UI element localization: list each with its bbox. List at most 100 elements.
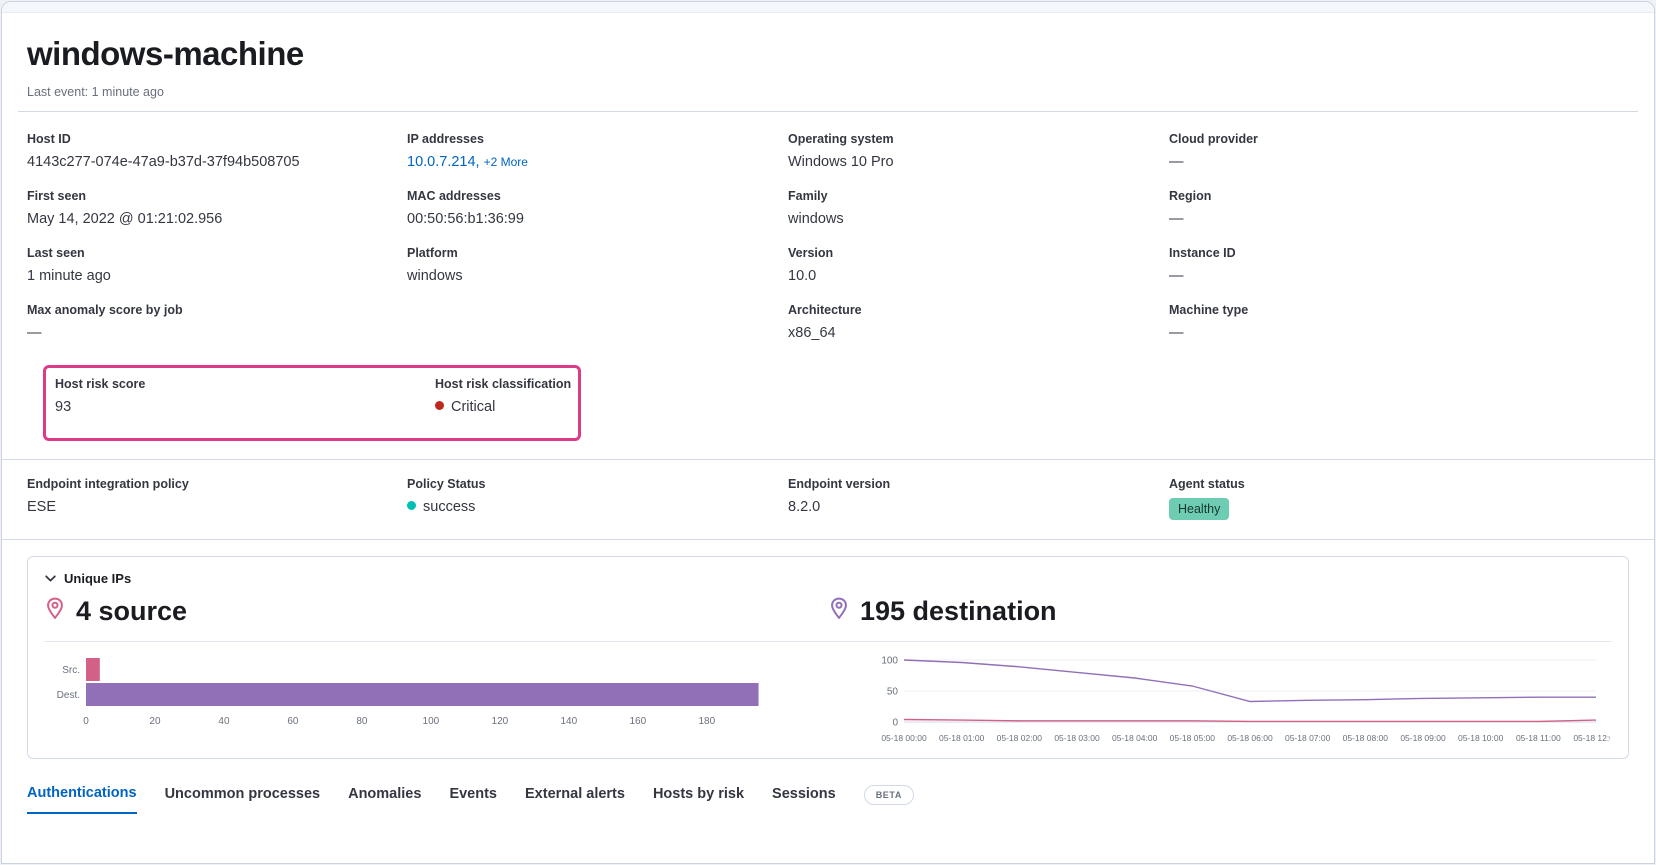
field-value: May 14, 2022 @ 01:21:02.956 — [27, 210, 407, 229]
svg-text:05-18 03:00: 05-18 03:00 — [1054, 733, 1100, 743]
tab-external-alerts[interactable]: External alerts — [525, 786, 625, 813]
source-map-pin-icon — [44, 597, 66, 626]
svg-text:05-18 02:00: 05-18 02:00 — [997, 733, 1043, 743]
field-last-seen: Last seen 1 minute ago — [27, 246, 407, 286]
tab-sessions[interactable]: Sessions — [772, 786, 836, 813]
svg-text:20: 20 — [149, 716, 161, 727]
field-family: Family windows — [788, 189, 1169, 229]
chevron-down-icon — [44, 572, 57, 585]
critical-status-dot-icon — [435, 401, 444, 410]
field-label: First seen — [27, 189, 407, 203]
field-label: MAC addresses — [407, 189, 788, 203]
page-title: windows-machine — [27, 35, 1629, 73]
field-machine-type: Machine type — — [1169, 303, 1629, 343]
unique-ips-bar-chart: Src.Dest.020406080100120140160180 — [46, 652, 772, 748]
svg-text:100: 100 — [881, 656, 898, 667]
field-value: 93 — [55, 398, 435, 417]
field-label: Host risk classification — [435, 377, 578, 391]
field-label: Host ID — [27, 132, 407, 146]
svg-text:05-18 09:00: 05-18 09:00 — [1400, 733, 1446, 743]
unique-ips-card: Unique IPs 4 source 195 destination Src.… — [27, 556, 1629, 759]
host-details-page: windows-machine Last event: 1 minute ago… — [1, 1, 1655, 864]
field-value: x86_64 — [788, 324, 1169, 343]
success-status-dot-icon — [407, 501, 416, 510]
svg-text:05-18 10:00: 05-18 10:00 — [1458, 733, 1504, 743]
svg-text:05-18 06:00: 05-18 06:00 — [1227, 733, 1273, 743]
destination-map-pin-icon — [828, 597, 850, 626]
tab-authentications[interactable]: Authentications — [27, 785, 137, 814]
tab-anomalies[interactable]: Anomalies — [348, 786, 421, 813]
field-value: Windows 10 Pro — [788, 153, 1169, 172]
overview-column-4: Cloud provider — Region — Instance ID — … — [1169, 132, 1629, 359]
beta-badge: BETA — [864, 785, 914, 805]
svg-text:05-18 00:00: 05-18 00:00 — [881, 733, 927, 743]
field-label: Last seen — [27, 246, 407, 260]
svg-text:120: 120 — [492, 716, 509, 727]
svg-text:180: 180 — [698, 716, 715, 727]
tab-hosts-by-risk[interactable]: Hosts by risk — [653, 786, 744, 813]
svg-text:140: 140 — [561, 716, 578, 727]
svg-text:05-18 08:00: 05-18 08:00 — [1343, 733, 1389, 743]
svg-text:100: 100 — [423, 716, 440, 727]
svg-text:Src.: Src. — [62, 665, 80, 676]
unique-ips-divider — [44, 641, 1612, 642]
source-count-heading: 4 source — [76, 596, 187, 627]
field-label: Cloud provider — [1169, 132, 1629, 146]
host-risk-highlight-box: Host risk score 93 Host risk classificat… — [43, 365, 581, 441]
field-agent-status: Agent status Healthy — [1169, 477, 1629, 520]
field-value: 4143c277-074e-47a9-b37d-37f94b508705 — [27, 153, 407, 172]
field-label: Machine type — [1169, 303, 1629, 317]
field-region: Region — — [1169, 189, 1629, 229]
field-value: — — [1169, 267, 1629, 286]
svg-text:80: 80 — [356, 716, 368, 727]
field-cloud-provider: Cloud provider — — [1169, 132, 1629, 172]
overview-column-2: IP addresses 10.0.7.214, +2 More MAC addr… — [407, 132, 788, 359]
field-label: Operating system — [788, 132, 1169, 146]
field-ip-addresses: IP addresses 10.0.7.214, +2 More — [407, 132, 788, 172]
field-max-anomaly-score: Max anomaly score by job — — [27, 303, 407, 343]
field-label: Max anomaly score by job — [27, 303, 407, 317]
svg-text:160: 160 — [629, 716, 646, 727]
field-mac-addresses: MAC addresses 00:50:56:b1:36:99 — [407, 189, 788, 229]
field-platform: Platform windows — [407, 246, 788, 286]
svg-text:05-18 11:00: 05-18 11:00 — [1516, 733, 1561, 743]
field-value: — — [1169, 153, 1629, 172]
svg-text:50: 50 — [887, 687, 899, 698]
field-label: Architecture — [788, 303, 1169, 317]
agent-status-badge: Healthy — [1169, 498, 1229, 520]
field-label: Policy Status — [407, 477, 788, 491]
ip-more-link[interactable]: +2 More — [484, 155, 528, 169]
overview-column-3: Operating system Windows 10 Pro Family w… — [788, 132, 1169, 359]
unique-ips-collapse-toggle[interactable]: Unique IPs — [44, 571, 1612, 586]
field-label: Instance ID — [1169, 246, 1629, 260]
svg-text:05-18 07:00: 05-18 07:00 — [1285, 733, 1331, 743]
svg-text:0: 0 — [892, 718, 898, 729]
field-value: 1 minute ago — [27, 267, 407, 286]
endpoint-section: Endpoint integration policy ESE Policy S… — [2, 459, 1654, 540]
field-value: 8.2.0 — [788, 498, 1169, 517]
svg-text:40: 40 — [218, 716, 230, 727]
unique-ips-title: Unique IPs — [64, 571, 131, 586]
svg-text:05-18 04:00: 05-18 04:00 — [1112, 733, 1158, 743]
field-value: — — [27, 324, 407, 343]
field-label: Family — [788, 189, 1169, 203]
svg-text:0: 0 — [83, 716, 89, 727]
ip-address-link[interactable]: 10.0.7.214, — [407, 154, 480, 170]
field-label: Version — [788, 246, 1169, 260]
tab-events[interactable]: Events — [449, 786, 497, 813]
field-label: IP addresses — [407, 132, 788, 146]
field-label: Platform — [407, 246, 788, 260]
field-value: windows — [788, 210, 1169, 229]
tab-uncommon-processes[interactable]: Uncommon processes — [165, 786, 321, 813]
window-top-strip — [2, 2, 1654, 13]
field-value: success — [423, 499, 475, 515]
field-operating-system: Operating system Windows 10 Pro — [788, 132, 1169, 172]
field-first-seen: First seen May 14, 2022 @ 01:21:02.956 — [27, 189, 407, 229]
field-host-id: Host ID 4143c277-074e-47a9-b37d-37f94b50… — [27, 132, 407, 172]
field-label: Endpoint integration policy — [27, 477, 407, 491]
field-policy-status: Policy Status success — [407, 477, 788, 520]
overview-column-1: Host ID 4143c277-074e-47a9-b37d-37f94b50… — [27, 132, 407, 359]
svg-text:05-18 01:00: 05-18 01:00 — [939, 733, 985, 743]
svg-text:Dest.: Dest. — [57, 690, 80, 701]
host-overview-section: Host ID 4143c277-074e-47a9-b37d-37f94b50… — [2, 112, 1654, 441]
